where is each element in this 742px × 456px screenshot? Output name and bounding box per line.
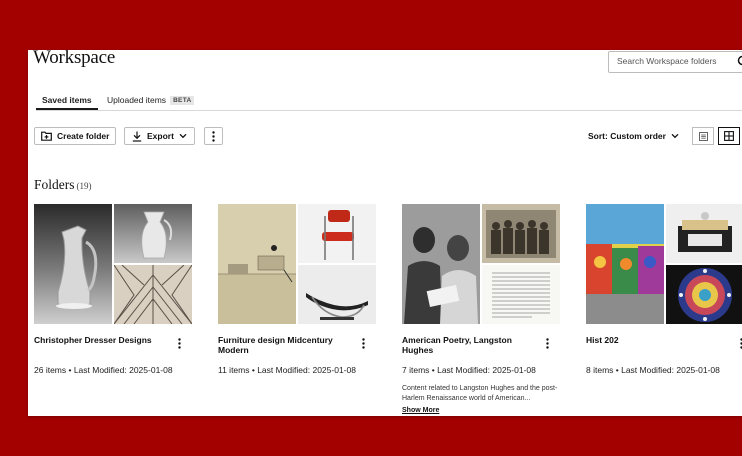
folder-title[interactable]: American Poetry, Langston Hughes [402,335,530,355]
tabs-divider [36,110,742,111]
sort-dropdown[interactable]: Sort: Custom order [588,131,679,141]
chevron-down-icon [671,133,679,139]
folder-options-button[interactable] [736,337,742,349]
folder-options-button[interactable] [358,337,368,349]
folder-thumbnail-mosaic[interactable] [34,204,192,324]
kebab-menu-icon [177,337,181,349]
list-view-button[interactable] [692,127,714,145]
folder-thumbnail-image [666,204,742,263]
folder-thumbnail-image [34,204,112,324]
folder-thumbnail-image [666,265,742,324]
folder-options-button[interactable] [542,337,552,349]
folder-thumbnail-mosaic[interactable] [218,204,376,324]
folder-title[interactable]: Hist 202 [586,335,714,345]
folder-card-christopher-dresser[interactable]: Christopher Dresser Designs 26 items • L… [34,204,194,416]
folder-thumbnail-image [482,265,560,324]
show-more-link[interactable]: Show More [402,407,439,414]
more-options-button[interactable] [204,127,223,145]
folder-thumbnail-image [114,265,192,324]
export-button[interactable]: Export [124,127,195,145]
grid-view-icon [724,131,734,141]
folders-heading: Folders (19) [34,177,92,193]
page-title: Workspace [33,50,116,68]
new-folder-icon [41,131,52,141]
folder-thumbnail-mosaic[interactable] [402,204,560,324]
search-placeholder: Search Workspace folders [617,56,717,66]
folder-title[interactable]: Furniture design Midcentury Modern [218,335,346,355]
create-folder-button[interactable]: Create folder [34,127,116,145]
list-view-icon [698,131,708,141]
chevron-down-icon [179,133,187,139]
folder-card-american-poetry[interactable]: American Poetry, Langston Hughes 7 items… [402,204,562,416]
folder-thumbnail-image [298,265,376,324]
folder-thumbnail-image [402,204,480,324]
download-icon [132,131,142,142]
tab-saved-items[interactable]: Saved items [42,95,92,105]
folder-card-hist-202[interactable]: Hist 202 8 items • Last Modified: 2025-0… [586,204,742,416]
workspace-panel: Workspace Search Workspace folders Saved… [28,50,742,416]
folder-title[interactable]: Christopher Dresser Designs [34,335,162,345]
beta-badge: BETA [170,96,195,105]
tab-uploaded-items[interactable]: Uploaded items BETA [107,95,195,105]
create-folder-label: Create folder [57,131,110,141]
folders-count: (19) [76,181,92,191]
kebab-menu-icon [361,337,365,349]
folder-options-button[interactable] [174,337,184,349]
search-input[interactable]: Search Workspace folders [608,51,742,73]
folder-thumbnail-image [482,204,560,263]
folder-thumbnail-image [218,204,296,324]
kebab-menu-icon [545,337,549,349]
folder-thumbnail-image [114,204,192,263]
folder-thumbnail-image [298,204,376,263]
tab-saved-items-label: Saved items [42,95,92,105]
kebab-menu-icon [212,130,215,142]
search-icon[interactable] [737,55,742,73]
sort-label: Sort: Custom order [588,131,666,141]
grid-view-button[interactable] [718,127,740,145]
folder-meta: 26 items • Last Modified: 2025-01-08 [34,365,173,375]
tab-uploaded-items-label: Uploaded items [107,95,167,105]
folder-thumbnail-image [586,204,664,324]
export-label: Export [147,131,174,141]
folder-meta: 8 items • Last Modified: 2025-01-08 [586,365,720,375]
folder-description: Content related to Langston Hughes and t… [402,385,558,402]
folder-thumbnail-mosaic[interactable] [586,204,742,324]
folder-meta: 11 items • Last Modified: 2025-01-08 [218,365,356,375]
folder-card-furniture-design[interactable]: Furniture design Midcentury Modern 11 it… [218,204,378,416]
folder-meta: 7 items • Last Modified: 2025-01-08 [402,365,536,375]
folders-heading-label: Folders [34,177,75,192]
